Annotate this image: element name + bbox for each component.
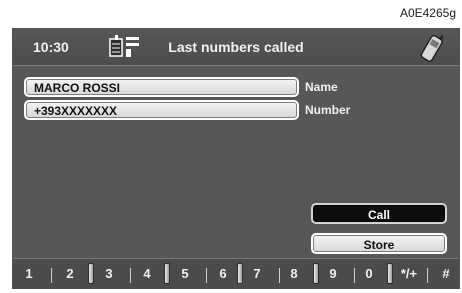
key-4[interactable]: 4 bbox=[136, 266, 158, 281]
name-field[interactable]: MARCO ROSSI bbox=[24, 77, 299, 97]
key-8[interactable]: 8 bbox=[283, 266, 305, 281]
key-6[interactable]: 6 bbox=[212, 266, 234, 281]
page-title: Last numbers called bbox=[168, 39, 304, 55]
key-hash[interactable]: # bbox=[435, 266, 457, 281]
keypad-bar: 1 2 3 4 5 6 7 8 9 0 */+ # bbox=[13, 258, 459, 289]
key-0[interactable]: 0 bbox=[358, 266, 380, 281]
number-label: Number bbox=[305, 103, 351, 117]
key-2[interactable]: 2 bbox=[59, 266, 81, 281]
key-grip bbox=[313, 263, 319, 284]
key-separator bbox=[279, 268, 280, 283]
key-1[interactable]: 1 bbox=[18, 266, 40, 281]
key-separator bbox=[130, 268, 131, 283]
call-button[interactable]: Call bbox=[311, 203, 447, 224]
header-bar: 10:30 Last numbers called bbox=[13, 29, 459, 66]
key-grip bbox=[164, 263, 170, 284]
key-7[interactable]: 7 bbox=[246, 266, 268, 281]
key-5[interactable]: 5 bbox=[174, 266, 196, 281]
content-area: MARCO ROSSI Name +393XXXXXXX Number Call… bbox=[13, 67, 459, 258]
key-separator bbox=[206, 268, 207, 283]
number-field[interactable]: +393XXXXXXX bbox=[24, 100, 299, 120]
key-star-plus[interactable]: */+ bbox=[394, 266, 424, 281]
key-grip bbox=[237, 263, 243, 284]
key-3[interactable]: 3 bbox=[98, 266, 120, 281]
key-separator bbox=[427, 268, 428, 283]
key-grip bbox=[387, 263, 393, 284]
key-separator bbox=[354, 268, 355, 283]
name-label: Name bbox=[305, 80, 338, 94]
phone-screen: 10:30 Last numbers called MARCO ROSSI Na… bbox=[12, 28, 460, 289]
key-grip bbox=[88, 263, 94, 284]
key-9[interactable]: 9 bbox=[322, 266, 344, 281]
mobile-phone-icon bbox=[417, 32, 447, 69]
store-button[interactable]: Store bbox=[311, 233, 447, 254]
figure-code: A0E4265g bbox=[399, 6, 456, 20]
key-separator bbox=[51, 268, 52, 283]
